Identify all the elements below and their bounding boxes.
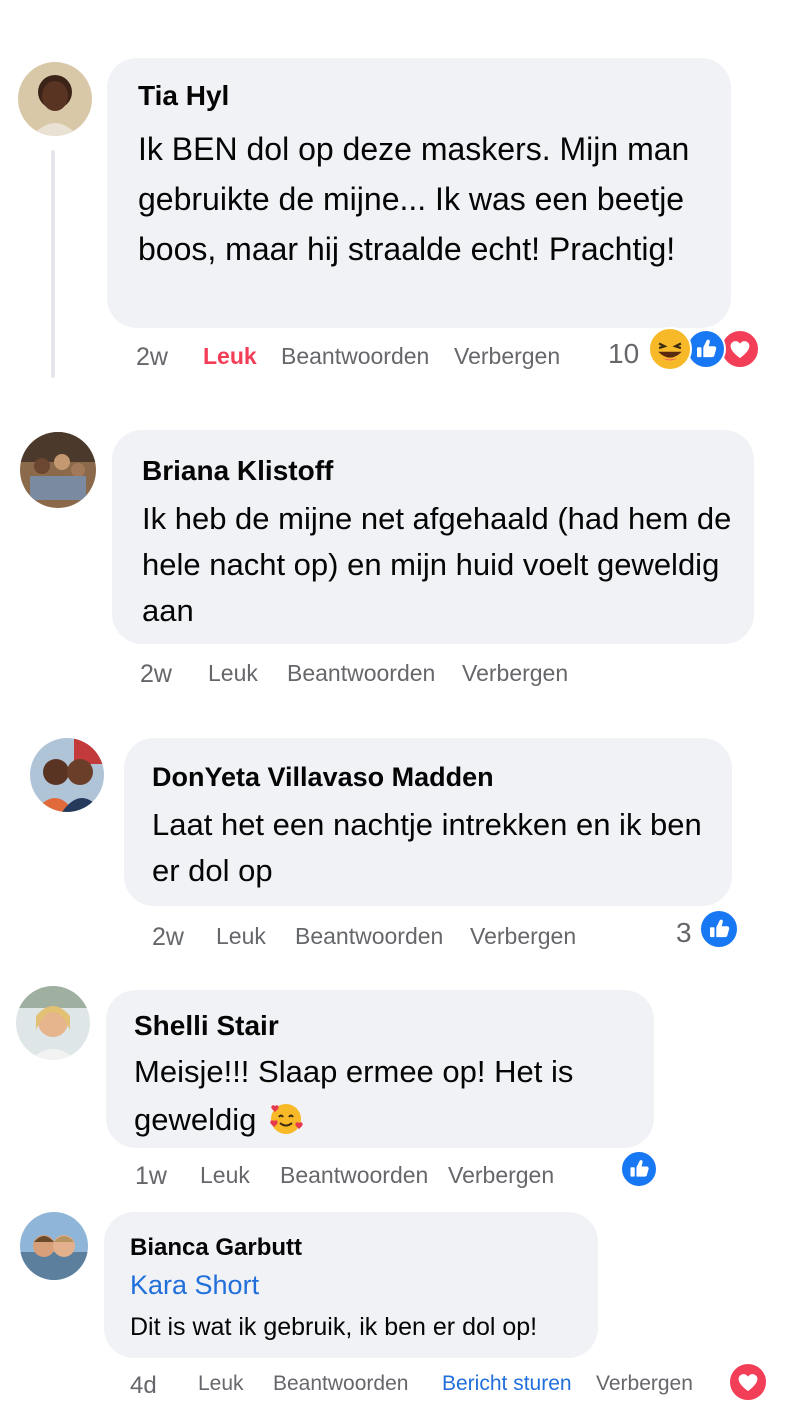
like-button[interactable]: Leuk [203, 343, 257, 370]
comment-text: Dit is wat ik gebruik, ik ben er dol op! [130, 1313, 538, 1341]
hide-button[interactable]: Verbergen [454, 343, 560, 370]
avatar[interactable] [30, 738, 104, 812]
mentioned-user-link[interactable]: Kara Short [130, 1270, 259, 1301]
like-button[interactable]: Leuk [198, 1372, 244, 1396]
smiling-face-with-hearts-emoji-icon [269, 1102, 303, 1136]
comment-author[interactable]: Briana Klistoff [142, 455, 333, 487]
comment-author[interactable]: DonYeta Villavaso Madden [152, 762, 494, 793]
avatar[interactable] [18, 62, 92, 136]
comment-text: Laat het een nachtje intrekken en ik ben… [152, 807, 702, 888]
comment-author[interactable]: Tia Hyl [138, 80, 229, 112]
reply-button[interactable]: Beantwoorden [273, 1372, 408, 1396]
reaction-count[interactable]: 10 [608, 338, 639, 370]
comment-author[interactable]: Shelli Stair [134, 1010, 279, 1042]
reply-button[interactable]: Beantwoorden [280, 1162, 428, 1189]
comment-text-body: Meisje!!! Slaap ermee op! Het is geweldi… [134, 1054, 574, 1137]
comment-time[interactable]: 2w [140, 660, 172, 689]
like-button[interactable]: Leuk [216, 923, 266, 950]
hide-button[interactable]: Verbergen [462, 660, 568, 687]
comment-time[interactable]: 4d [130, 1372, 157, 1400]
send-message-button[interactable]: Bericht sturen [442, 1372, 572, 1396]
avatar[interactable] [20, 432, 96, 508]
hide-button[interactable]: Verbergen [470, 923, 576, 950]
laughing-emoji-icon[interactable] [648, 327, 692, 371]
comment-time[interactable]: 2w [152, 923, 184, 952]
comment-author[interactable]: Bianca Garbutt [130, 1234, 302, 1262]
hide-button[interactable]: Verbergen [448, 1162, 554, 1189]
comment-text: Ik heb de mijne net afgehaald (had hem d… [142, 501, 732, 628]
love-icon[interactable] [728, 1362, 768, 1402]
avatar[interactable] [16, 986, 90, 1060]
comment-time[interactable]: 1w [135, 1162, 167, 1191]
thread-line [51, 150, 55, 378]
reply-button[interactable]: Beantwoorden [295, 923, 443, 950]
love-icon[interactable] [720, 329, 760, 369]
reply-button[interactable]: Beantwoorden [287, 660, 435, 687]
like-button[interactable]: Leuk [208, 660, 258, 687]
comment-text: Meisje!!! Slaap ermee op! Het is geweldi… [134, 1048, 634, 1144]
comment-time[interactable]: 2w [136, 343, 168, 372]
avatar[interactable] [20, 1212, 88, 1280]
reply-button[interactable]: Beantwoorden [281, 343, 429, 370]
like-icon[interactable] [620, 1150, 658, 1188]
hide-button[interactable]: Verbergen [596, 1372, 693, 1396]
like-icon[interactable] [699, 909, 739, 949]
reaction-count[interactable]: 3 [676, 917, 692, 949]
comment-text: Ik BEN dol op deze maskers. Mijn man geb… [138, 131, 690, 267]
like-button[interactable]: Leuk [200, 1162, 250, 1189]
like-icon[interactable] [686, 329, 726, 369]
